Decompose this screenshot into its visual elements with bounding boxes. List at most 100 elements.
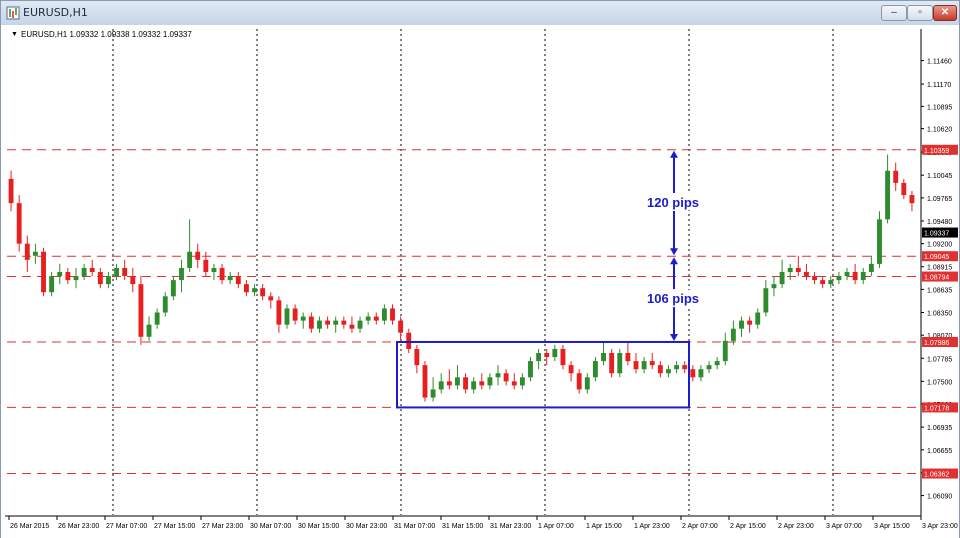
- chart-window-icon: [6, 6, 20, 20]
- candle-body: [398, 320, 404, 333]
- candle-body: [657, 365, 663, 374]
- price-tick-label: 1.06090: [927, 494, 952, 501]
- candle-body: [552, 348, 558, 358]
- candle-body: [154, 312, 160, 325]
- candle-body: [779, 272, 785, 285]
- time-tick-label: 2 Apr 23:00: [778, 523, 814, 530]
- window-title: EURUSD,H1: [23, 6, 88, 19]
- candle-body: [422, 365, 428, 398]
- candle-body: [32, 251, 38, 256]
- candle-body: [357, 320, 363, 329]
- candle-body: [406, 332, 412, 349]
- candle-body: [755, 312, 761, 325]
- candle-body: [24, 243, 30, 260]
- price-tick-label: 1.10895: [927, 104, 952, 111]
- close-button[interactable]: ✕: [933, 5, 957, 21]
- candle-body: [373, 316, 379, 321]
- candle-body: [114, 267, 120, 277]
- candle-body: [300, 316, 306, 321]
- candle-body: [195, 251, 201, 260]
- candle-body: [138, 284, 144, 337]
- candle-body: [479, 381, 485, 386]
- candle-body: [227, 276, 233, 281]
- level-price-label: 1.10359: [924, 148, 949, 155]
- time-tick-label: 31 Mar 15:00: [442, 523, 483, 530]
- candle-body: [187, 251, 193, 268]
- candle-body: [625, 353, 631, 362]
- time-tick-label: 27 Mar 15:00: [154, 523, 195, 530]
- candle-body: [714, 361, 720, 366]
- time-tick-label: 31 Mar 23:00: [490, 523, 531, 530]
- candle-body: [633, 361, 639, 370]
- candle-body: [438, 381, 444, 390]
- candle-body: [787, 267, 793, 272]
- candle-body: [268, 296, 274, 301]
- time-tick-label: 30 Mar 07:00: [250, 523, 291, 530]
- time-tick-label: 27 Mar 23:00: [202, 523, 243, 530]
- time-tick-label: 27 Mar 07:00: [106, 523, 147, 530]
- candle-body: [130, 276, 136, 285]
- candle-body: [666, 369, 671, 374]
- level-price-label: 1.06362: [924, 472, 949, 479]
- level-price-label: 1.09045: [924, 254, 949, 261]
- chart-background: [1, 25, 959, 538]
- time-tick-label: 26 Mar 23:00: [58, 523, 99, 530]
- candle-body: [584, 377, 590, 390]
- price-tick-label: 1.06935: [927, 425, 952, 432]
- candle-body: [446, 381, 452, 386]
- candle-body: [73, 276, 79, 281]
- time-tick-label: 1 Apr 23:00: [634, 523, 670, 530]
- candle-body: [390, 308, 395, 321]
- annotation-label: 120 pips: [647, 195, 699, 210]
- window-titlebar[interactable]: EURUSD,H1 ‒ ▫ ✕: [1, 1, 959, 26]
- candle-body: [674, 365, 680, 370]
- price-tick-label: 1.08350: [927, 311, 952, 318]
- candle-body: [706, 365, 712, 370]
- candle-body: [365, 316, 371, 321]
- candle-body: [739, 320, 744, 329]
- candle-body: [747, 320, 753, 325]
- time-tick-label: 26 Mar 2015: [10, 523, 49, 530]
- candle-body: [503, 373, 509, 382]
- candle-body: [455, 377, 460, 386]
- candle-body: [649, 361, 655, 366]
- candle-body: [219, 267, 225, 281]
- candle-body: [65, 272, 71, 281]
- level-price-label: 1.08794: [924, 275, 949, 282]
- price-tick-label: 1.07785: [927, 356, 952, 363]
- price-tick-label: 1.06655: [927, 448, 952, 455]
- time-tick-label: 30 Mar 23:00: [346, 523, 387, 530]
- candle-body: [89, 267, 95, 272]
- candle-body: [325, 320, 331, 325]
- annotation-label: 106 pips: [647, 291, 699, 306]
- price-tick-label: 1.08915: [927, 265, 952, 272]
- candle-body: [852, 272, 858, 281]
- price-tick-label: 1.09200: [927, 242, 952, 249]
- candle-body: [146, 324, 152, 337]
- candle-body: [81, 267, 87, 277]
- candle-body: [8, 178, 14, 204]
- price-chart[interactable]: 120 pips 106 pips 1.11460 1.11170 1.10895 1.…: [1, 25, 959, 538]
- candle-body: [868, 263, 874, 272]
- maximize-button[interactable]: ▫: [907, 5, 933, 21]
- candle-body: [609, 353, 615, 374]
- time-tick-label: 3 Apr 15:00: [874, 523, 910, 530]
- candle-body: [560, 348, 566, 366]
- minimize-button[interactable]: ‒: [881, 5, 907, 21]
- candle-body: [519, 377, 525, 386]
- chart-header-info: EURUSD,H1 1.09332 1.09338 1.09332 1.0933…: [21, 30, 192, 39]
- candle-body: [698, 369, 704, 378]
- chart-menu-marker[interactable]: ▼: [11, 31, 18, 38]
- candle-body: [682, 365, 688, 370]
- candle-body: [763, 288, 769, 313]
- candle-body: [106, 276, 111, 285]
- candle-body: [795, 267, 801, 272]
- candle-body: [511, 381, 517, 386]
- candle-body: [49, 276, 55, 293]
- candle-body: [16, 203, 22, 244]
- candle-body: [317, 320, 322, 329]
- candle-body: [495, 373, 501, 378]
- candle-body: [170, 280, 176, 297]
- candle-body: [617, 353, 623, 374]
- candle-body: [836, 276, 842, 281]
